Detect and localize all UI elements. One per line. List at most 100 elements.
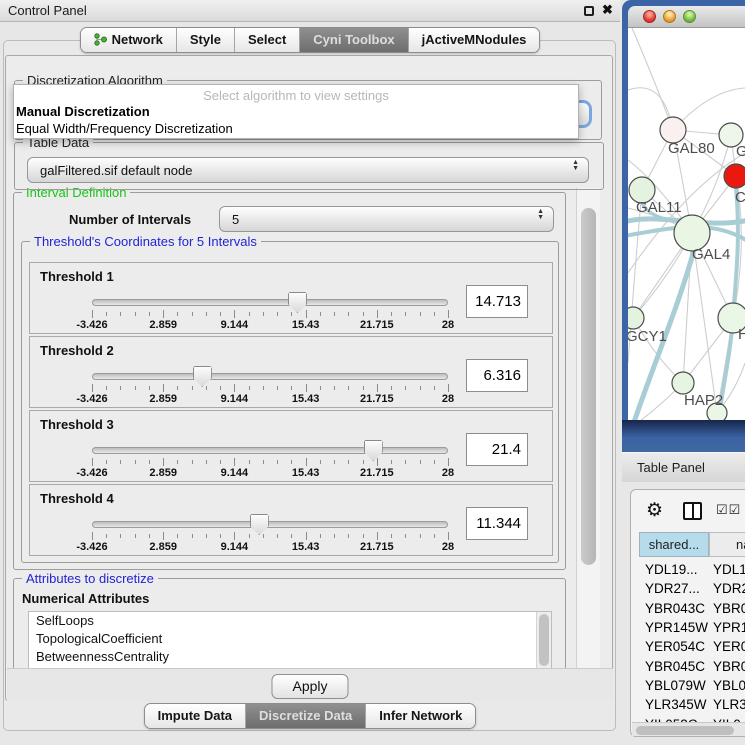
tick-mark: [263, 312, 264, 316]
window-title: Control Panel: [8, 3, 87, 18]
scale-label: 28: [442, 541, 454, 553]
scale-label: -3.426: [76, 393, 107, 405]
dropdown-option-equal-width[interactable]: Equal Width/Frequency Discretization: [14, 120, 578, 137]
table-row[interactable]: YDL19...YDL1: [631, 560, 745, 579]
tick-mark: [306, 384, 307, 392]
tab-cyni-toolbox[interactable]: Cyni Toolbox: [299, 28, 407, 52]
number-of-intervals-label: Number of Intervals: [69, 212, 191, 227]
table-hscrollbar-thumb[interactable]: [636, 726, 734, 735]
threshold-panel: Threshold 3 -3.4262.8599.14415.4321.7152…: [29, 410, 553, 482]
tab-discretize-data[interactable]: Discretize Data: [245, 704, 365, 728]
network-canvas[interactable]: GAL80GACGAL11GAL4GCY1HHAP2: [628, 28, 745, 420]
threshold-value-field[interactable]: 11.344: [466, 507, 528, 540]
minimize-traffic-light[interactable]: [663, 10, 676, 23]
table-horizontal-scrollbar[interactable]: [632, 722, 745, 736]
close-traffic-light[interactable]: [643, 10, 656, 23]
tab-network[interactable]: Network: [81, 28, 176, 52]
threshold-value-field[interactable]: 14.713: [466, 285, 528, 318]
cell-shared-name: YLR345W: [631, 697, 703, 712]
table-row[interactable]: YBR043CYBR0: [631, 599, 745, 618]
scale-label: 2.859: [149, 319, 177, 331]
gear-icon[interactable]: ⚙: [646, 499, 663, 522]
HAP2-node[interactable]: [672, 372, 694, 394]
split-columns-icon[interactable]: [683, 502, 702, 520]
tick-mark: [363, 460, 364, 464]
tab-style[interactable]: Style: [176, 28, 234, 52]
threshold-slider-track[interactable]: [92, 521, 448, 528]
tab-label: jActiveMNodules: [422, 32, 527, 47]
tab-label: Impute Data: [158, 708, 232, 723]
panel-scrollbar-thumb[interactable]: [581, 208, 596, 565]
tab-infer-network[interactable]: Infer Network: [365, 704, 475, 728]
close-icon[interactable]: ✖: [602, 2, 613, 18]
tick-mark: [291, 312, 292, 316]
table-row[interactable]: YBR045CYBR0: [631, 656, 745, 675]
numerical-attributes-list[interactable]: SelfLoopsTopologicalCoefficientBetweenne…: [28, 611, 552, 669]
cell-shared-name: YDL19...: [631, 562, 703, 577]
float-window-icon[interactable]: [584, 6, 594, 16]
tick-mark: [263, 460, 264, 464]
threshold-slider-track[interactable]: [92, 299, 448, 306]
number-of-intervals-combobox[interactable]: 5 ▲▼: [219, 206, 554, 232]
dropdown-option-manual-discretization[interactable]: Manual Discretization: [14, 103, 578, 120]
table-row[interactable]: YER054CYER0: [631, 637, 745, 656]
tick-mark: [220, 312, 221, 316]
tick-mark: [405, 460, 406, 464]
list-scrollbar-thumb[interactable]: [539, 614, 549, 666]
tab-label: Style: [190, 32, 221, 47]
list-scrollbar[interactable]: [536, 612, 551, 668]
tick-mark: [120, 534, 121, 538]
tick-mark: [192, 460, 193, 464]
slider-ticks: [92, 384, 448, 393]
table-data-combobox[interactable]: galFiltered.sif default node ▲▼: [27, 157, 589, 183]
tick-mark: [391, 460, 392, 464]
tab-jactivemnodules[interactable]: jActiveMNodules: [408, 28, 540, 52]
red-node[interactable]: [724, 164, 745, 188]
tick-mark: [377, 384, 378, 392]
column-header-name[interactable]: na: [709, 532, 745, 557]
tick-mark: [135, 312, 136, 316]
attribute-item[interactable]: BetweennessCentrality: [29, 648, 551, 666]
tick-mark: [120, 386, 121, 390]
threshold-slider-track[interactable]: [92, 373, 448, 380]
tick-mark: [206, 312, 207, 316]
table-row[interactable]: YPR145WYPR1: [631, 618, 745, 637]
cell-shared-name: YBR045C: [631, 659, 703, 674]
attribute-item[interactable]: TopologicalCoefficient: [29, 630, 551, 648]
threshold-label: Threshold 2: [40, 343, 114, 358]
tick-mark: [334, 312, 335, 316]
column-header-shared[interactable]: shared...: [639, 532, 709, 557]
tab-impute-data[interactable]: Impute Data: [145, 704, 245, 728]
tick-mark: [334, 534, 335, 538]
tab-label: Select: [248, 32, 286, 47]
tick-mark: [363, 312, 364, 316]
tick-mark: [106, 534, 107, 538]
table-row[interactable]: YDR27...YDR2: [631, 579, 745, 598]
GCY1-node[interactable]: [628, 307, 644, 329]
threshold-slider-track[interactable]: [92, 447, 448, 454]
scale-label: 21.715: [360, 393, 394, 405]
zoom-traffic-light[interactable]: [683, 10, 696, 23]
screen: Control Panel ✖ Network Style Select Cyni T…: [0, 0, 745, 745]
table-row[interactable]: YBL079WYBL0: [631, 676, 745, 695]
tab-select[interactable]: Select: [234, 28, 299, 52]
tick-mark: [334, 460, 335, 464]
network-graph[interactable]: GAL80GACGAL11GAL4GCY1HHAP2: [628, 28, 745, 420]
panel-scrollbar[interactable]: [576, 188, 600, 668]
network-window-titlebar[interactable]: [628, 6, 745, 28]
tick-mark: [149, 386, 150, 390]
attribute-item[interactable]: SelfLoops: [29, 612, 551, 630]
edge[interactable]: [632, 28, 673, 130]
apply-button[interactable]: Apply: [271, 674, 348, 699]
tick-mark: [92, 310, 93, 318]
checkbox-icons[interactable]: ☑☑: [716, 502, 741, 518]
tick-mark: [291, 386, 292, 390]
tick-mark: [149, 312, 150, 316]
cell-name: YER0: [703, 639, 745, 654]
table-row[interactable]: YLR345WYLR3: [631, 695, 745, 714]
threshold-value-field[interactable]: 6.316: [466, 359, 528, 392]
tick-mark: [348, 312, 349, 316]
threshold-value-field[interactable]: 21.4: [466, 433, 528, 466]
numerical-attributes-label: Numerical Attributes: [22, 591, 149, 606]
slider-scale-labels: -3.4262.8599.14415.4321.71528: [92, 319, 448, 331]
